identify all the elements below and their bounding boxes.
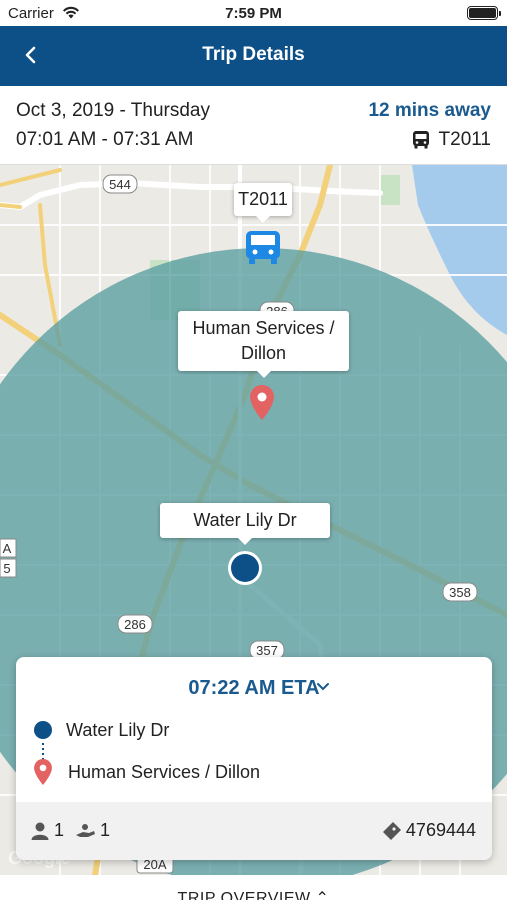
dropoff-callout: Human Services / Dillon <box>178 311 349 378</box>
pickup-callout-label: Water Lily Dr <box>193 510 297 530</box>
companion-count: 1 <box>74 820 110 841</box>
pickup-dot-icon <box>34 721 52 739</box>
clock: 7:59 PM <box>225 5 282 22</box>
pickup-callout: Water Lily Dr <box>160 503 330 545</box>
vehicle-info: T2011 <box>411 129 491 151</box>
dropoff-callout-label: Human Services / Dillon <box>192 318 335 363</box>
passenger-count: 1 <box>30 820 64 841</box>
dropoff-stop: Human Services / Dillon <box>32 759 260 785</box>
status-bar: Carrier 7:59 PM <box>0 0 507 26</box>
ticket-icon <box>382 821 401 840</box>
shield-357: 357 <box>256 643 278 658</box>
page-title: Trip Details <box>202 44 305 65</box>
companion-count-value: 1 <box>100 820 111 840</box>
trip-overview-label: TRIP OVERVIEW ⌃ <box>0 888 507 900</box>
dropoff-stop-label: Human Services / Dillon <box>68 761 261 782</box>
trip-time-window: 07:01 AM - 07:31 AM <box>16 129 194 150</box>
eta-card[interactable]: 07:22 AM ETA Water Lily Dr Human Service… <box>16 657 492 860</box>
pickup-stop: Water Lily Dr <box>32 719 169 741</box>
eta-time: 07:22 AM ETA <box>188 677 320 699</box>
pickup-stop-label: Water Lily Dr <box>66 719 170 740</box>
shield-5: 5 <box>3 561 10 576</box>
map-pin-icon <box>34 759 52 785</box>
vehicle-callout-label: T2011 <box>238 189 288 209</box>
eta-away: 12 mins away <box>368 100 491 121</box>
shield-358: 358 <box>449 585 471 600</box>
shield-a: A <box>3 541 12 556</box>
bus-icon <box>412 131 429 149</box>
confirmation-number: 4769444 <box>382 820 476 841</box>
vehicle-id: T2011 <box>438 129 491 150</box>
passenger-count-value: 1 <box>54 820 65 840</box>
vehicle-callout: T2011 <box>234 183 292 223</box>
person-icon <box>31 822 49 840</box>
trip-overview-text: TRIP OVERVIEW <box>177 890 311 900</box>
shield-544: 544 <box>109 177 131 192</box>
nav-bar: Trip Details <box>0 26 507 86</box>
chevron-down-icon[interactable] <box>316 679 330 697</box>
battery-icon <box>467 6 501 20</box>
shield-286-b: 286 <box>124 617 146 632</box>
companion-icon <box>76 823 95 837</box>
trip-date: Oct 3, 2019 - Thursday <box>16 100 210 121</box>
trip-summary: Oct 3, 2019 - Thursday 07:01 AM - 07:31 … <box>0 86 507 165</box>
trip-footer: 1 1 4769444 <box>16 802 492 860</box>
confirmation-number-value: 4769444 <box>405 820 476 840</box>
trip-overview-tab[interactable]: TRIP OVERVIEW ⌃ <box>0 875 507 900</box>
